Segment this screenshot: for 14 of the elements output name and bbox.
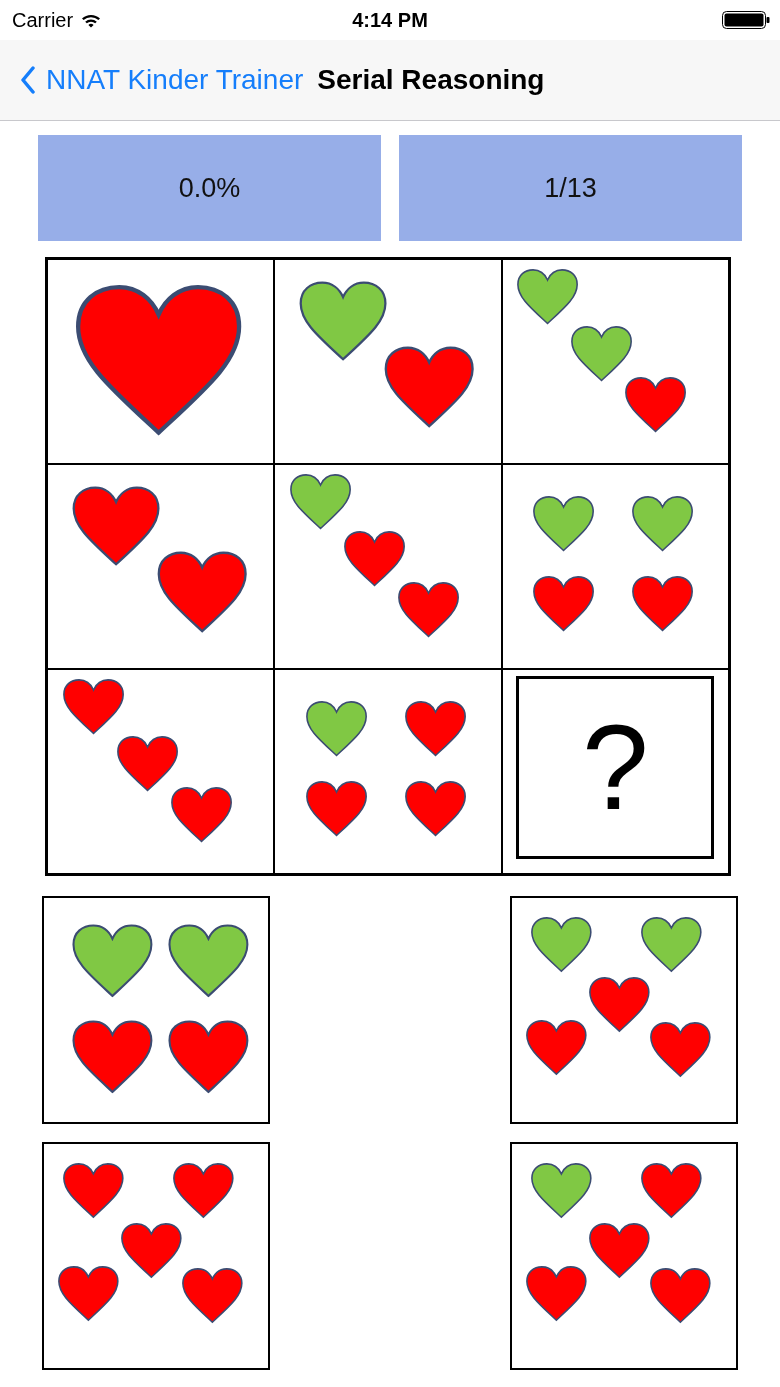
answer-option[interactable] [42, 1142, 270, 1370]
back-button[interactable]: NNAT Kinder Trainer [20, 64, 304, 96]
screen-title: Serial Reasoning [317, 64, 545, 96]
status-time: 4:14 PM [352, 8, 428, 32]
wifi-icon [81, 12, 102, 28]
carrier-name: Carrier [12, 8, 74, 32]
answer-option[interactable] [510, 896, 738, 1124]
score-panel: 0.0% [38, 135, 381, 241]
progress-panel: 1/13 [399, 135, 742, 241]
missing-answer-box: ? [516, 676, 715, 859]
answer-option[interactable] [42, 896, 270, 1124]
back-chevron-icon [20, 66, 36, 94]
battery-icon [722, 11, 770, 29]
answer-option[interactable] [510, 1142, 738, 1370]
